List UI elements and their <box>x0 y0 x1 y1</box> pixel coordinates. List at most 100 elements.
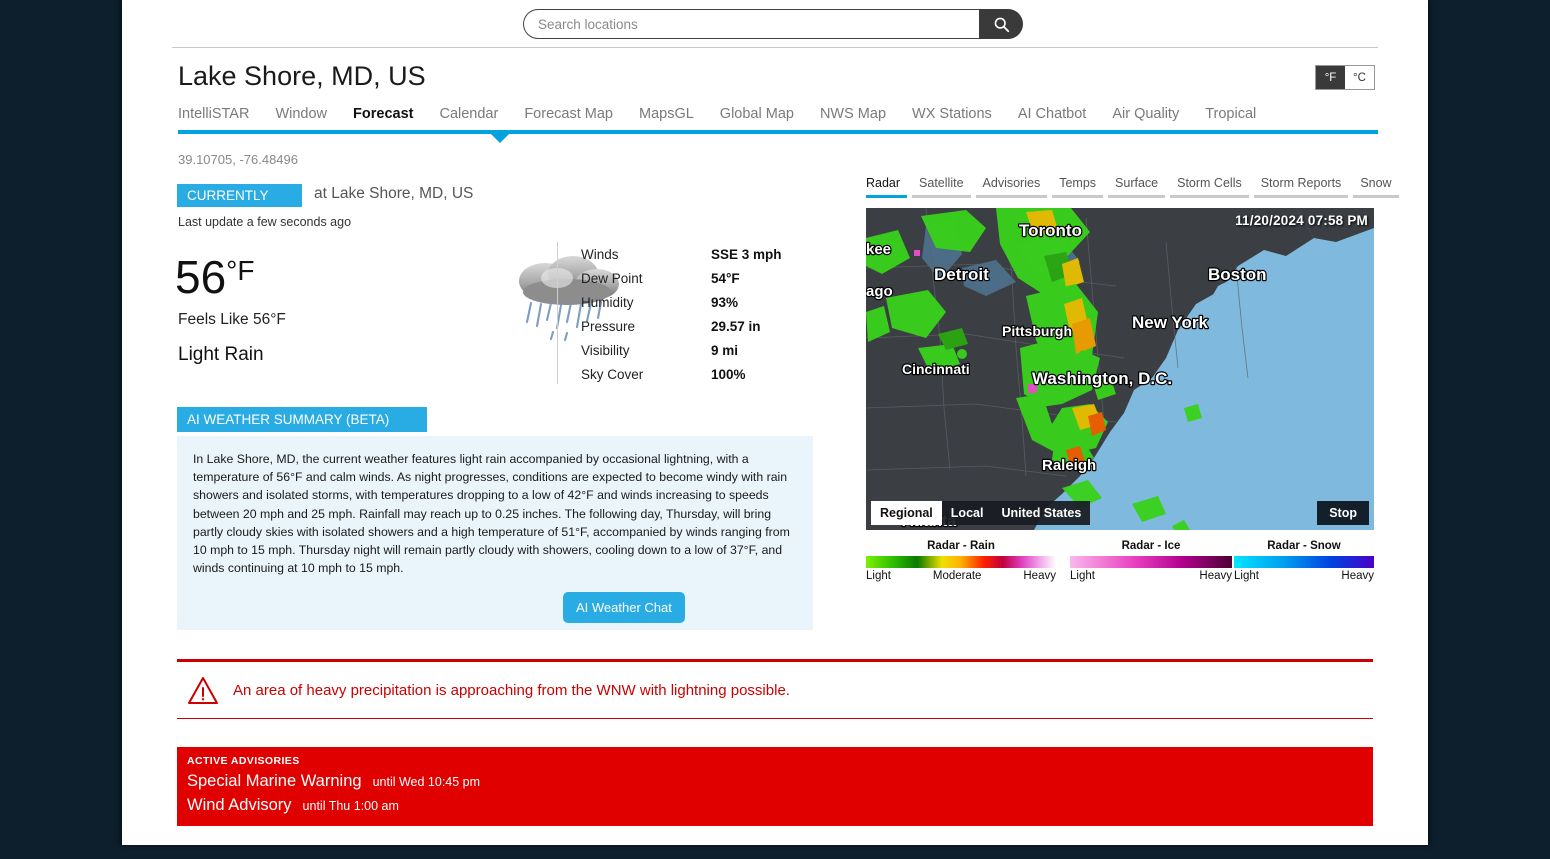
metric-label: Pressure <box>581 318 636 334</box>
legend-title: Radar - Snow <box>1267 540 1341 552</box>
current-condition: Light Rain <box>178 344 264 365</box>
currently-badge: CURRENTLY <box>177 184 302 207</box>
tabs-underline <box>178 130 1378 134</box>
metric-label: Winds <box>581 246 619 262</box>
legend-gradient-bar <box>1070 556 1232 568</box>
advisories-heading: ACTIVE ADVISORIES <box>187 755 300 767</box>
svg-text:Raleigh: Raleigh <box>1042 457 1096 474</box>
svg-text:Pittsburgh: Pittsburgh <box>1002 323 1072 339</box>
radar-layer-tabs: Radar Satellite Advisories Temps Surface… <box>866 176 1404 198</box>
metric-row: Winds SSE 3 mph <box>581 242 782 266</box>
metric-row: Dew Point 54°F <box>581 266 782 290</box>
tab-forecast-map[interactable]: Forecast Map <box>511 106 626 128</box>
feels-like: Feels Like 56°F <box>178 311 286 328</box>
header-divider <box>172 47 1378 48</box>
svg-text:New York: New York <box>1132 313 1208 332</box>
legend-label-heavy: Heavy <box>1199 570 1232 582</box>
tab-calendar[interactable]: Calendar <box>426 106 511 128</box>
advisory-until: until Thu 1:00 am <box>302 799 399 813</box>
metric-row: Sky Cover 100% <box>581 362 782 386</box>
svg-text:Toronto: Toronto <box>1019 221 1082 240</box>
radar-map[interactable]: Toronto Detroit Boston Pittsburgh New Yo… <box>866 208 1374 530</box>
unit-fahrenheit[interactable]: °F <box>1316 66 1345 89</box>
tab-tropical[interactable]: Tropical <box>1192 106 1269 128</box>
legend-snow: Radar - Snow Light Heavy <box>1234 540 1374 582</box>
warning-triangle-icon <box>188 676 218 704</box>
unit-toggle: °F °C <box>1315 65 1375 90</box>
advisory-until: until Wed 10:45 pm <box>372 775 481 789</box>
search-icon <box>994 17 1009 32</box>
radar-tab-satellite[interactable]: Satellite <box>912 176 971 198</box>
unit-celsius[interactable]: °C <box>1345 66 1374 89</box>
tab-mapsgl[interactable]: MapsGL <box>626 106 707 128</box>
tab-forecast[interactable]: Forecast <box>340 106 426 128</box>
radar-tab-advisories[interactable]: Advisories <box>975 176 1048 198</box>
coordinates: 39.10705, -76.48496 <box>178 152 298 167</box>
metrics-table: Winds SSE 3 mph Dew Point 54°F Humidity … <box>557 242 782 384</box>
active-advisories: ACTIVE ADVISORIES Special Marine Warning… <box>177 747 1373 826</box>
search-button[interactable] <box>979 9 1023 39</box>
tab-nws-map[interactable]: NWS Map <box>807 106 899 128</box>
radar-timestamp: 11/20/2024 07:58 PM <box>1235 213 1368 228</box>
metric-value: 93% <box>711 294 739 310</box>
metric-row: Visibility 9 mi <box>581 338 782 362</box>
metric-value: 100% <box>711 366 746 382</box>
map-stop-button[interactable]: Stop <box>1317 501 1369 525</box>
metric-label: Visibility <box>581 342 630 358</box>
radar-tab-temps[interactable]: Temps <box>1052 176 1104 198</box>
advisory-item[interactable]: Special Marine Warning until Wed 10:45 p… <box>187 772 1373 791</box>
svg-text:Detroit: Detroit <box>934 265 989 284</box>
legend-label-light: Light <box>1234 570 1259 582</box>
tab-window[interactable]: Window <box>262 106 340 128</box>
svg-text:Washington, D.C.: Washington, D.C. <box>1032 369 1172 388</box>
svg-text:Cincinnati: Cincinnati <box>902 361 970 377</box>
radar-tab-storm-reports[interactable]: Storm Reports <box>1253 176 1349 198</box>
svg-text:kee: kee <box>866 241 891 258</box>
tab-ai-chatbot[interactable]: AI Chatbot <box>1005 106 1100 128</box>
svg-text:Boston: Boston <box>1208 265 1267 284</box>
ai-summary-text: In Lake Shore, MD, the current weather f… <box>193 452 790 576</box>
tab-air-quality[interactable]: Air Quality <box>1099 106 1192 128</box>
ai-summary-box: In Lake Shore, MD, the current weather f… <box>177 436 813 630</box>
svg-text:ago: ago <box>866 283 893 300</box>
advisory-item[interactable]: Wind Advisory until Thu 1:00 am <box>187 796 1373 815</box>
metric-value: 54°F <box>711 270 740 286</box>
metric-label: Sky Cover <box>581 366 644 382</box>
metric-value: 29.57 in <box>711 318 761 334</box>
tab-intellistar[interactable]: IntelliSTAR <box>178 106 262 128</box>
advisory-name: Wind Advisory <box>187 796 292 814</box>
legend-label-moderate: Moderate <box>932 570 982 582</box>
screen: Lake Shore, MD, US °F °C IntelliSTAR Win… <box>0 0 1550 859</box>
metric-row: Humidity 93% <box>581 290 782 314</box>
temperature-unit: °F <box>226 255 255 286</box>
main-tabs: IntelliSTAR Window Forecast Calendar For… <box>178 106 1269 128</box>
legend-label-light: Light <box>1070 570 1095 582</box>
legend-gradient-bar <box>1234 556 1374 568</box>
radar-tab-radar[interactable]: Radar <box>866 176 908 198</box>
radar-tab-surface[interactable]: Surface <box>1108 176 1166 198</box>
scope-regional[interactable]: Regional <box>871 501 942 525</box>
current-temperature: 56°F <box>175 254 254 300</box>
legend-label-heavy: Heavy <box>1341 570 1374 582</box>
metric-value: SSE 3 mph <box>711 246 782 262</box>
radar-tab-storm-cells[interactable]: Storm Cells <box>1170 176 1249 198</box>
legend-title: Radar - Rain <box>927 540 995 552</box>
radar-tab-snow[interactable]: Snow <box>1353 176 1399 198</box>
tab-global-map[interactable]: Global Map <box>707 106 807 128</box>
search-input[interactable] <box>523 9 979 39</box>
legend-rain: Radar - Rain Light Moderate Heavy <box>866 540 1056 582</box>
map-scope-buttons: Regional Local United States <box>871 501 1091 525</box>
last-update-text: Last update a few seconds ago <box>178 215 352 229</box>
metric-row: Pressure 29.57 in <box>581 314 782 338</box>
metric-label: Humidity <box>581 294 634 310</box>
scope-united-states[interactable]: United States <box>992 501 1090 525</box>
ai-weather-chat-button[interactable]: AI Weather Chat <box>563 592 685 623</box>
metric-value: 9 mi <box>711 342 739 358</box>
scope-local[interactable]: Local <box>942 501 993 525</box>
legend-label-light: Light <box>866 570 891 582</box>
page-container: Lake Shore, MD, US °F °C IntelliSTAR Win… <box>122 0 1428 845</box>
search-bar <box>523 9 1023 39</box>
radar-legends: Radar - Rain Light Moderate Heavy Radar … <box>866 540 1374 582</box>
tab-wx-stations[interactable]: WX Stations <box>899 106 1005 128</box>
active-tab-caret <box>491 134 509 143</box>
